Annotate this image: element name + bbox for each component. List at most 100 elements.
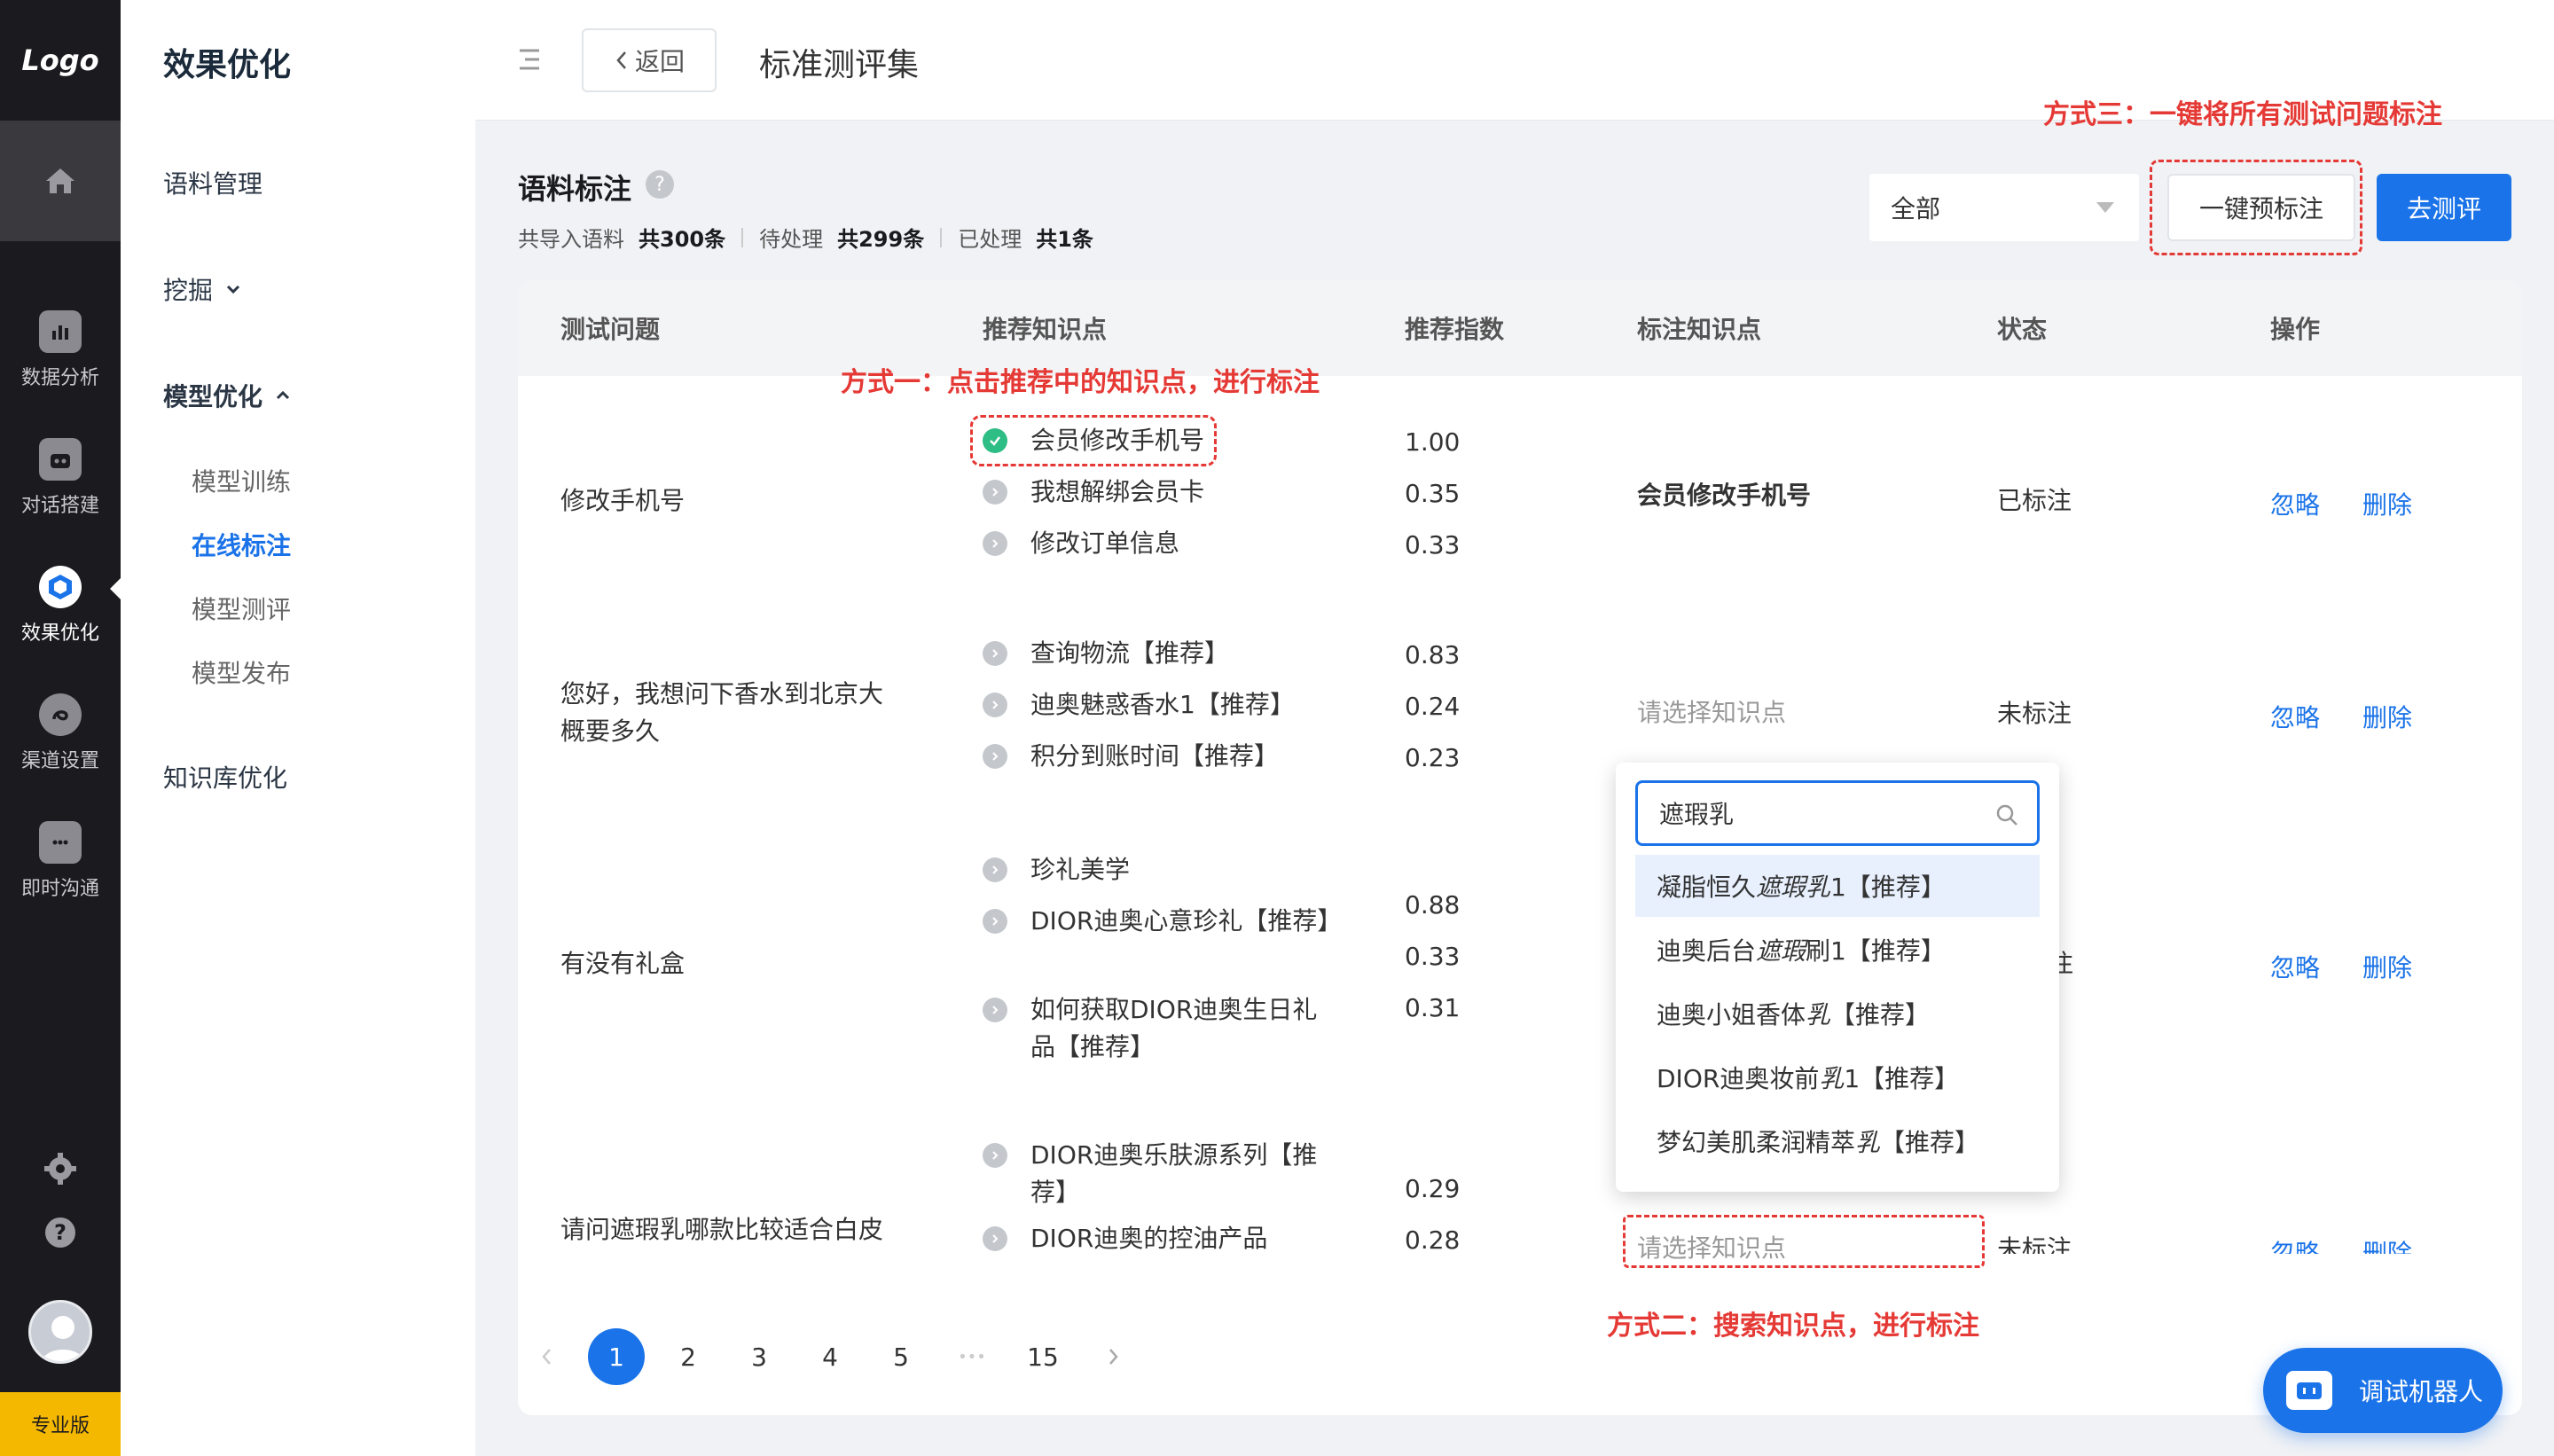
recommend-item[interactable]: 如何获取DIOR迪奥生日礼品【推荐】	[983, 991, 1332, 1066]
rail-item-optimize[interactable]: 效果优化	[0, 566, 121, 646]
annotation-method1: 方式一：点击推荐中的知识点，进行标注	[841, 367, 1320, 398]
delete-link[interactable]: 删除	[2362, 486, 2412, 521]
chevron-down-icon	[226, 285, 240, 294]
ignore-link[interactable]: 忽略	[2270, 949, 2320, 984]
recommend-item[interactable]: 我想解绑会员卡	[983, 474, 1332, 511]
stat-value: 共1条	[1036, 227, 1093, 252]
delete-link[interactable]: 删除	[2362, 699, 2412, 734]
ignore-link[interactable]: 忽略	[2270, 699, 2320, 734]
prelabel-button[interactable]: 一键预标注	[2167, 174, 2355, 241]
avatar[interactable]	[28, 1300, 92, 1364]
pagination-page[interactable]: 15	[1015, 1328, 1071, 1385]
search-option[interactable]: 迪奥小姐香体乳【推荐】	[1635, 982, 2040, 1045]
sidebar-item-label: 挖掘	[163, 276, 214, 305]
recommend-item[interactable]: DIOR迪奥乐肤源系列【推荐】	[983, 1137, 1332, 1211]
recommend-item[interactable]: 修改订单信息	[983, 525, 1332, 562]
sidebar-item-model-eval[interactable]: 模型测评	[192, 591, 291, 626]
sidebar-item-mining[interactable]: 挖掘	[163, 271, 243, 307]
svg-text:?: ?	[54, 1220, 67, 1245]
sidebar-item-kb-opt[interactable]: 知识库优化	[163, 759, 287, 795]
status-filter-select[interactable]: 全部	[1869, 174, 2139, 241]
back-button[interactable]: 返回	[582, 28, 717, 92]
pagination-page[interactable]: 5	[873, 1328, 929, 1385]
settings-button[interactable]	[43, 1151, 78, 1190]
delete-link[interactable]: 删除	[2362, 949, 2412, 984]
robot-icon	[39, 438, 82, 481]
help-button[interactable]: ?	[43, 1215, 78, 1254]
pagination-page[interactable]: 3	[731, 1328, 787, 1385]
score-cell: 1.00	[1405, 427, 1461, 457]
home-icon	[46, 168, 74, 193]
rail-item-channel[interactable]: 渠道设置	[0, 693, 121, 773]
question-cell: 您好，我想问下香水到北京大概要多久	[560, 679, 884, 746]
option-highlight: 乳	[1819, 1064, 1845, 1093]
recommend-item[interactable]: 珍礼美学	[983, 851, 1332, 888]
caret-down-icon	[2096, 202, 2114, 213]
help-icon[interactable]: ?	[646, 170, 674, 199]
secondary-sidebar: 效果优化 语料管理 挖掘 模型优化 模型训练 在线标注 模型测评 模型发布 知识…	[121, 0, 475, 1456]
rail-item-chat[interactable]: 即时沟通	[0, 821, 121, 901]
sidebar-item-online-labeling[interactable]: 在线标注	[192, 527, 291, 562]
rail-item-analytics[interactable]: 数据分析	[0, 310, 121, 390]
recommend-item[interactable]: DIOR迪奥心意珍礼【推荐】	[983, 903, 1342, 940]
sidebar-item-model-release[interactable]: 模型发布	[192, 654, 291, 690]
arrow-circle-icon	[983, 909, 1007, 934]
gear-icon	[44, 1153, 76, 1185]
debug-bot-button[interactable]: 调试机器人	[2263, 1348, 2503, 1433]
user-icon	[42, 1316, 84, 1361]
arrow-circle-icon	[983, 480, 1007, 505]
option-text: 1【推荐】	[1830, 873, 1946, 902]
column-header: 推荐知识点	[983, 315, 1108, 344]
annotation-method2: 方式二：搜索知识点，进行标注	[1607, 1311, 1979, 1342]
page-title: 标准测评集	[759, 47, 920, 83]
recommend-item[interactable]: 积分到账时间【推荐】	[983, 738, 1332, 775]
pagination-next[interactable]	[1085, 1328, 1142, 1385]
recommend-item[interactable]: 会员修改手机号	[983, 422, 1332, 459]
arrow-circle-icon	[983, 998, 1007, 1022]
search-option[interactable]: 梦幻美肌柔润精萃乳【推荐】	[1635, 1110, 2040, 1172]
recommend-text: DIOR迪奥的控油产品	[1030, 1224, 1268, 1253]
pagination-page[interactable]: 1	[588, 1328, 645, 1385]
delete-link[interactable]: 删除	[2362, 1234, 2412, 1254]
pagination-prev[interactable]	[518, 1328, 575, 1385]
pagination-page[interactable]: 4	[802, 1328, 858, 1385]
knowledge-search-dropdown: 遮瑕乳 凝脂恒久 遮瑕乳 1【推荐】 迪奥后台 遮瑕刷 1【推荐】 迪奥小姐香体乳【推荐…	[1616, 763, 2059, 1192]
rail-item-dialog[interactable]: 对话搭建	[0, 438, 121, 518]
recommend-item[interactable]: 查询物流【推荐】	[983, 635, 1332, 672]
sidebar-item-corpus[interactable]: 语料管理	[163, 165, 262, 200]
ignore-link[interactable]: 忽略	[2270, 1234, 2320, 1254]
sidebar-item-model-opt[interactable]: 模型优化	[163, 378, 293, 413]
rail-label: 渠道设置	[20, 750, 99, 772]
bar-chart-icon	[39, 310, 82, 353]
ignore-link[interactable]: 忽略	[2270, 486, 2320, 521]
recommend-item[interactable]: 迪奥魅惑香水1【推荐】	[983, 686, 1332, 724]
help-icon: ?	[45, 1217, 75, 1248]
divider	[940, 227, 943, 247]
go-evaluate-button[interactable]: 去测评	[2377, 174, 2511, 241]
sidebar-item-label: 模型优化	[163, 382, 263, 411]
search-option[interactable]: DIOR迪奥妆前乳 1【推荐】	[1635, 1046, 2040, 1108]
search-option[interactable]: 迪奥后台 遮瑕刷 1【推荐】	[1635, 919, 2040, 981]
labeled-knowledge[interactable]: 会员修改手机号	[1637, 477, 1811, 514]
option-text: 凝脂恒久	[1657, 873, 1757, 902]
home-button[interactable]	[0, 121, 121, 241]
arrow-circle-icon	[983, 531, 1007, 556]
option-text: 【推荐】	[1880, 1128, 1980, 1157]
column-header: 操作	[2270, 315, 2321, 344]
collapse-menu-button[interactable]	[518, 46, 541, 76]
recommend-text: 我想解绑会员卡	[1030, 477, 1205, 506]
knowledge-select[interactable]: 请选择知识点	[1637, 693, 1786, 729]
knowledge-select[interactable]: 请选择知识点	[1637, 1229, 1786, 1264]
stat-value: 共300条	[638, 227, 726, 252]
knowledge-search-input[interactable]: 遮瑕乳	[1635, 780, 2040, 846]
recommend-item[interactable]: DIOR迪奥的控油产品	[983, 1220, 1332, 1257]
recommend-text: 修改订单信息	[1030, 528, 1180, 558]
score-cell: 0.33	[1405, 530, 1461, 560]
stats-bar: 共导入语料 共300条 待处理 共299条 已处理 共1条	[518, 222, 1093, 253]
sidebar-item-model-training[interactable]: 模型训练	[192, 463, 291, 498]
channel-icon	[39, 693, 82, 736]
pagination-page[interactable]: 2	[660, 1328, 717, 1385]
recommend-text: 查询物流【推荐】	[1030, 638, 1230, 668]
search-option[interactable]: 凝脂恒久 遮瑕乳 1【推荐】	[1635, 855, 2040, 917]
pagination-ellipsis[interactable]: •••	[944, 1328, 1000, 1385]
